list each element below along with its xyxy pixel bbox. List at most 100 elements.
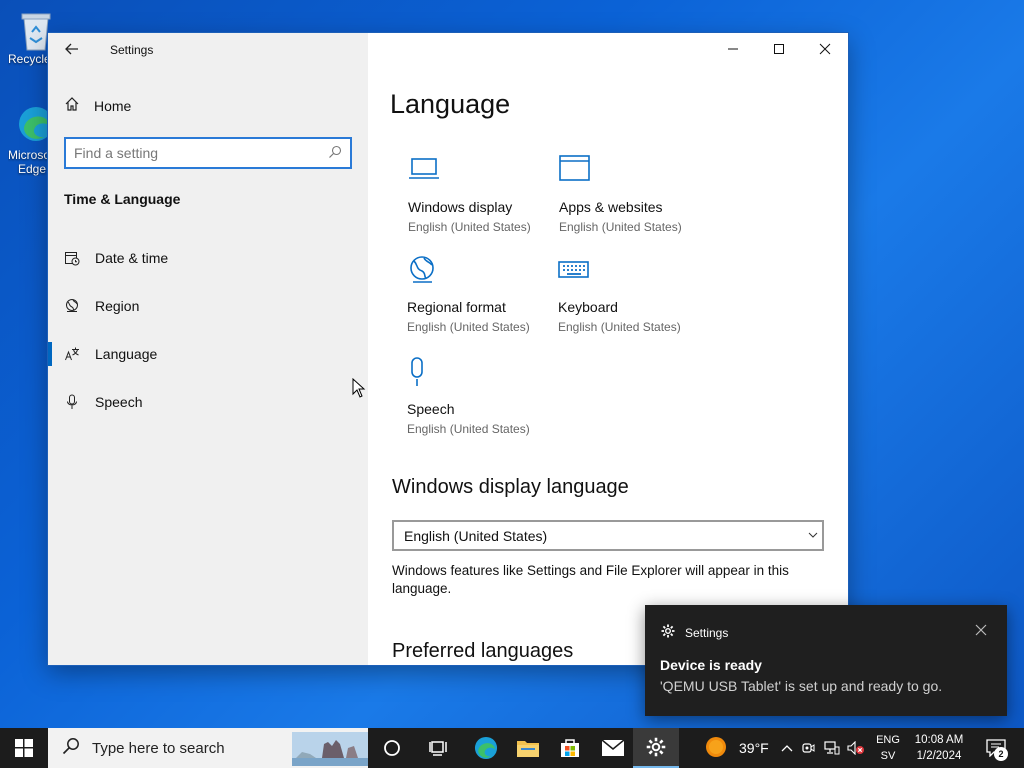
minimize-button[interactable] (710, 33, 756, 65)
close-icon (975, 624, 987, 636)
gear-icon (661, 624, 675, 641)
meet-now-icon[interactable] (796, 741, 820, 755)
tile-speech[interactable]: Speech English (United States) (407, 357, 552, 436)
sidebar: Settings Home Time & Language Date & tim… (48, 33, 368, 665)
toast-app-name: Settings (685, 625, 729, 640)
sidebar-item-speech[interactable]: Speech (48, 382, 368, 422)
laptop-icon (408, 155, 553, 185)
windows-logo-icon (15, 739, 33, 757)
tile-name: Keyboard (558, 299, 618, 315)
weather-widget[interactable]: 39°F (705, 728, 769, 768)
tile-regional-format[interactable]: Regional format English (United States) (407, 255, 552, 334)
chevron-up-icon[interactable] (778, 744, 796, 752)
close-icon (819, 43, 831, 55)
language-code: ENG (876, 734, 900, 746)
home-label: Home (94, 97, 132, 114)
taskbar-search-placeholder: Type here to search (92, 739, 225, 757)
tile-subtitle: English (United States) (559, 220, 682, 234)
system-tray (778, 728, 868, 768)
back-arrow-icon[interactable] (64, 41, 80, 59)
tile-windows-display[interactable]: Windows display English (United States) (408, 155, 553, 234)
sidebar-item-language[interactable]: Language (48, 334, 368, 374)
task-view-icon (429, 741, 447, 756)
taskbar-mail-button[interactable] (590, 728, 636, 768)
taskbar-settings-button[interactable] (633, 728, 679, 768)
tile-apps-websites[interactable]: Apps & websites English (United States) (559, 155, 704, 234)
tile-subtitle: English (United States) (407, 422, 530, 436)
start-button[interactable] (0, 728, 48, 768)
tile-subtitle: English (United States) (558, 320, 681, 334)
action-center-button[interactable]: 2 (976, 728, 1016, 768)
tile-name: Regional format (407, 299, 506, 315)
edge-icon (474, 736, 498, 760)
home-nav-item[interactable]: Home (64, 96, 131, 115)
keyboard-layout-code: SV (880, 750, 896, 762)
sidebar-item-label: Region (95, 298, 140, 314)
microphone-icon (64, 394, 80, 410)
clock-date: 1/2/2024 (916, 750, 962, 762)
toast-message: 'QEMU USB Tablet' is set up and ready to… (660, 678, 943, 694)
maximize-icon (774, 44, 784, 54)
tile-name: Windows display (408, 199, 513, 215)
find-setting-search[interactable] (64, 137, 352, 169)
display-language-select[interactable]: English (United States) (392, 520, 824, 551)
cortana-button[interactable] (369, 728, 415, 768)
toast-title: Device is ready (660, 657, 762, 673)
preferred-languages-heading: Preferred languages (392, 640, 574, 662)
minimize-icon (728, 48, 738, 50)
section-title: Time & Language (64, 191, 181, 207)
taskbar-search-box[interactable]: Type here to search (48, 728, 368, 768)
display-language-value: English (United States) (404, 527, 548, 544)
sidebar-item-region[interactable]: Region (48, 286, 368, 326)
window-icon (559, 155, 704, 185)
volume-muted-icon[interactable] (844, 741, 868, 755)
search-icon (328, 145, 342, 162)
globe-icon (64, 298, 80, 314)
mail-icon (601, 739, 625, 756)
weather-temperature: 39°F (739, 740, 769, 756)
taskbar-file-explorer-button[interactable] (505, 728, 551, 768)
clock-time: 10:08 AM (914, 734, 964, 746)
search-highlight-image (292, 732, 368, 766)
tile-keyboard[interactable]: Keyboard English (United States) (558, 255, 703, 334)
input-language-indicator[interactable]: ENG SV (874, 732, 902, 764)
chevron-down-icon (808, 528, 818, 542)
globe-icon (407, 255, 552, 285)
sidebar-item-date-time[interactable]: Date & time (48, 238, 368, 278)
tile-subtitle: English (United States) (408, 220, 531, 234)
close-button[interactable] (802, 33, 848, 65)
home-icon (64, 96, 80, 115)
folder-icon (517, 741, 539, 757)
page-title: Language (390, 89, 511, 119)
taskbar-store-button[interactable] (547, 728, 593, 768)
display-language-heading: Windows display language (392, 476, 629, 498)
window-title: Settings (110, 43, 154, 57)
calendar-clock-icon (64, 250, 80, 266)
clock[interactable]: 10:08 AM 1/2/2024 (910, 732, 968, 764)
network-icon[interactable] (820, 741, 844, 755)
notification-toast[interactable]: Settings Device is ready 'QEMU USB Table… (645, 605, 1007, 716)
tile-name: Apps & websites (559, 199, 663, 215)
microphone-icon (407, 357, 552, 387)
cortana-circle-icon (384, 740, 400, 756)
sidebar-item-label: Date & time (95, 250, 169, 266)
maximize-button[interactable] (756, 33, 802, 65)
gear-icon (646, 737, 666, 757)
taskbar-edge-button[interactable] (463, 728, 509, 768)
tile-subtitle: English (United States) (407, 320, 530, 334)
display-language-description: Windows features like Settings and File … (392, 563, 789, 596)
mouse-cursor-icon (352, 377, 366, 403)
find-setting-input[interactable] (74, 145, 328, 161)
toast-app: Settings (661, 624, 728, 641)
keyboard-icon (558, 255, 703, 285)
sidebar-item-label: Language (95, 346, 158, 362)
task-view-button[interactable] (416, 728, 462, 768)
tile-name: Speech (407, 401, 455, 417)
toast-close-button[interactable] (975, 623, 987, 639)
weather-sun-icon (705, 736, 727, 761)
settings-window: Settings Home Time & Language Date & tim… (48, 33, 848, 665)
store-bag-icon (561, 739, 579, 757)
sidebar-item-label: Speech (95, 394, 143, 410)
search-icon (62, 737, 80, 760)
taskbar: Type here to search 39°F ENG SV 10:08 AM… (0, 728, 1024, 768)
